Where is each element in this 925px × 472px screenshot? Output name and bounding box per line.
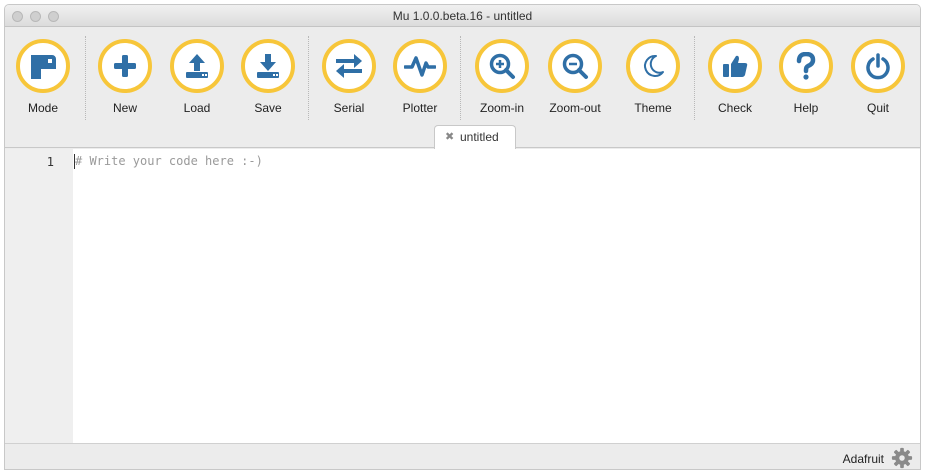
help-button[interactable]: Help	[772, 39, 840, 123]
load-button[interactable]: Load	[163, 39, 231, 123]
line-number: 1	[46, 155, 54, 169]
mode-indicator: Adafruit	[842, 452, 884, 466]
upload-icon	[186, 54, 208, 78]
new-button[interactable]: New	[91, 39, 159, 123]
zoom-out-button[interactable]: Zoom-out	[541, 39, 609, 123]
toolbar-separator	[85, 36, 86, 120]
quit-button[interactable]: Quit	[844, 39, 912, 123]
tab-bar: ✖ untitled	[5, 125, 920, 149]
mode-label: Mode	[27, 101, 59, 115]
toolbar-separator	[460, 36, 461, 120]
mode-icon	[31, 55, 56, 79]
pulse-icon	[404, 56, 436, 77]
line-number-gutter: 1	[5, 149, 73, 443]
serial-label: Serial	[333, 101, 365, 115]
load-label: Load	[183, 101, 211, 115]
save-button[interactable]: Save	[234, 39, 302, 123]
code-line[interactable]: # Write your code here :-)	[75, 154, 263, 168]
zoom-in-button[interactable]: Zoom-in	[468, 39, 536, 123]
download-icon	[257, 54, 279, 78]
code-editor[interactable]: 1 # Write your code here :-)	[5, 149, 920, 443]
power-icon	[866, 53, 890, 80]
tab-untitled[interactable]: ✖ untitled	[434, 125, 516, 149]
thumbs-up-icon	[723, 55, 748, 77]
check-button[interactable]: Check	[701, 39, 769, 123]
help-label: Help	[793, 101, 819, 115]
moon-icon	[644, 54, 664, 77]
window-title: Mu 1.0.0.beta.16 - untitled	[392, 9, 533, 23]
mu-editor-window: Mu 1.0.0.beta.16 - untitled Mode New Loa…	[4, 4, 921, 470]
zoom-out-label: Zoom-out	[549, 101, 601, 115]
plotter-label: Plotter	[402, 101, 438, 115]
question-icon	[796, 52, 816, 80]
toolbar-separator	[308, 36, 309, 120]
toolbar: Mode New Load Save Serial Plotter Zoom-i…	[5, 28, 920, 125]
save-label: Save	[254, 101, 282, 115]
plotter-button[interactable]: Plotter	[386, 39, 454, 123]
zoom-in-icon	[489, 53, 515, 79]
new-label: New	[112, 101, 137, 115]
plus-icon	[114, 55, 136, 77]
gear-icon[interactable]	[891, 447, 913, 469]
zoom-out-icon	[562, 53, 588, 79]
title-bar: Mu 1.0.0.beta.16 - untitled	[5, 5, 920, 27]
status-bar: Adafruit	[5, 443, 920, 469]
serial-button[interactable]: Serial	[315, 39, 383, 123]
zoom-in-label: Zoom-in	[479, 101, 524, 115]
mode-button[interactable]: Mode	[9, 39, 77, 123]
tab-label: untitled	[460, 130, 499, 144]
theme-button[interactable]: Theme	[619, 39, 687, 123]
swap-arrows-icon	[336, 54, 362, 78]
toolbar-separator	[694, 36, 695, 120]
theme-label: Theme	[634, 101, 672, 115]
tab-close-icon[interactable]: ✖	[445, 130, 454, 143]
check-label: Check	[717, 101, 752, 115]
quit-label: Quit	[866, 101, 889, 115]
